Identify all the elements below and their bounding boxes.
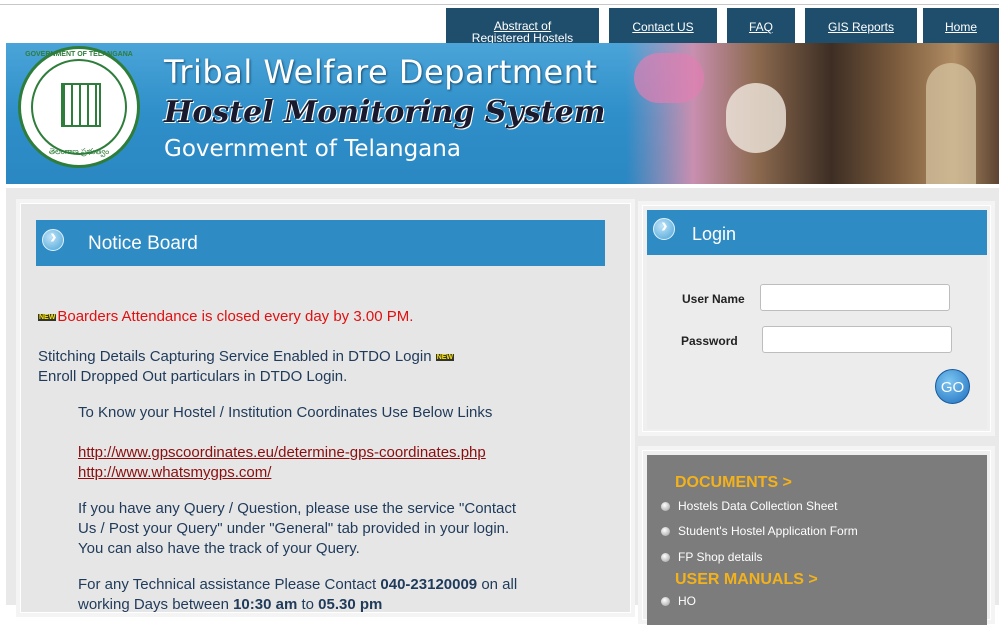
login-title: Login bbox=[692, 224, 737, 244]
doc-hostels-data-collection[interactable]: Hostels Data Collection Sheet bbox=[661, 499, 837, 513]
nav-home[interactable]: Home bbox=[923, 8, 999, 44]
doc-fp-shop-details[interactable]: FP Shop details bbox=[661, 550, 763, 564]
notice-board-header: Notice Board bbox=[36, 220, 605, 266]
manual-ho[interactable]: HO bbox=[661, 594, 696, 608]
nav-faq[interactable]: FAQ bbox=[727, 8, 795, 44]
notice-technical-tail: on all bbox=[477, 576, 518, 593]
arrow-circle-icon bbox=[653, 215, 675, 240]
username-input[interactable] bbox=[760, 284, 950, 311]
arrow-circle-icon bbox=[42, 226, 64, 251]
top-divider bbox=[0, 4, 999, 5]
notice-query-1: If you have any Query / Question, please… bbox=[78, 500, 517, 517]
seal-top-text: GOVERNMENT OF TELANGANA bbox=[25, 51, 133, 58]
whatsmygps-link[interactable]: http://www.whatsmygps.com/ bbox=[78, 464, 271, 481]
notice-attendance: NEW Boarders Attendance is closed every d… bbox=[38, 308, 413, 325]
government-title: Government of Telangana bbox=[164, 136, 461, 162]
main-content: Notice Board NEWBoarders Attendance is c… bbox=[6, 188, 999, 625]
system-title: Hostel Monitoring System bbox=[164, 95, 606, 130]
notice-technical-1: For any Technical assistance Please Cont… bbox=[78, 576, 517, 593]
doc-item-label: FP Shop details bbox=[678, 550, 763, 564]
password-label: Password bbox=[681, 334, 738, 348]
gps-coordinates-link[interactable]: http://www.gpscoordinates.eu/determine-g… bbox=[78, 444, 486, 461]
telangana-seal-logo: GOVERNMENT OF TELANGANA తెలంగాణ ప్రభుత్వ… bbox=[18, 46, 140, 168]
notice-stitching: Stitching Details Capturing Service Enab… bbox=[38, 348, 455, 365]
notice-query-2: Us / Post your Query" under "General" ta… bbox=[78, 520, 510, 537]
notice-dropped-out: Enroll Dropped Out particulars in DTDO L… bbox=[38, 368, 348, 385]
login-panel: Login User Name Password GO bbox=[642, 205, 991, 432]
nav-contact-us[interactable]: Contact US bbox=[609, 8, 717, 44]
bullet-icon bbox=[661, 527, 670, 537]
seal-gate-icon bbox=[61, 83, 101, 127]
header-banner: GOVERNMENT OF TELANGANA తెలంగాణ ప్రభుత్వ… bbox=[6, 43, 999, 184]
support-phone: 040-23120009 bbox=[380, 576, 478, 593]
new-badge-icon: NEW bbox=[435, 353, 455, 361]
notice-coordinates: To Know your Hostel / Institution Coordi… bbox=[78, 404, 493, 421]
students-banner-photo bbox=[626, 43, 999, 184]
notice-query-3: You can also have the track of your Quer… bbox=[78, 540, 360, 557]
bullet-icon bbox=[661, 553, 670, 563]
login-form: User Name Password GO bbox=[647, 255, 987, 429]
password-input[interactable] bbox=[762, 326, 952, 353]
photo-shape bbox=[926, 63, 976, 184]
nav-abstract-registered-hostels[interactable]: Abstract of Registered Hostels bbox=[446, 8, 599, 44]
notice-board-title: Notice Board bbox=[88, 233, 198, 254]
seal-inner-ring bbox=[31, 59, 127, 155]
doc-item-label: Student's Hostel Application Form bbox=[678, 524, 858, 538]
photo-shape bbox=[726, 83, 786, 153]
login-header: Login bbox=[647, 210, 987, 255]
notice-stitching-text: Stitching Details Capturing Service Enab… bbox=[38, 348, 432, 365]
documents-list: DOCUMENTS > Hostels Data Collection Shee… bbox=[647, 455, 987, 625]
doc-student-application-form[interactable]: Student's Hostel Application Form bbox=[661, 524, 858, 538]
department-title: Tribal Welfare Department bbox=[164, 53, 598, 91]
bullet-icon bbox=[661, 502, 670, 512]
nav-gis-reports[interactable]: GIS Reports bbox=[805, 8, 917, 44]
username-label: User Name bbox=[682, 292, 745, 306]
documents-panel: DOCUMENTS > Hostels Data Collection Shee… bbox=[642, 450, 991, 625]
go-button[interactable]: GO bbox=[935, 369, 970, 404]
top-navigation: Abstract of Registered Hostels Contact U… bbox=[0, 8, 999, 44]
doc-item-label: Hostels Data Collection Sheet bbox=[678, 499, 838, 513]
manual-item-label: HO bbox=[678, 594, 696, 608]
documents-heading[interactable]: DOCUMENTS > bbox=[675, 474, 792, 492]
user-manuals-heading[interactable]: USER MANUALS > bbox=[675, 571, 818, 589]
notice-attendance-text: Boarders Attendance is closed every day … bbox=[57, 308, 414, 325]
notice-technical-text: For any Technical assistance Please Cont… bbox=[78, 576, 381, 593]
seal-bottom-text: తెలంగాణ ప్రభుత్వం bbox=[48, 147, 110, 156]
new-badge-icon: NEW bbox=[38, 313, 57, 321]
photo-shape bbox=[634, 53, 704, 103]
notice-board-panel: Notice Board NEWBoarders Attendance is c… bbox=[20, 203, 631, 613]
